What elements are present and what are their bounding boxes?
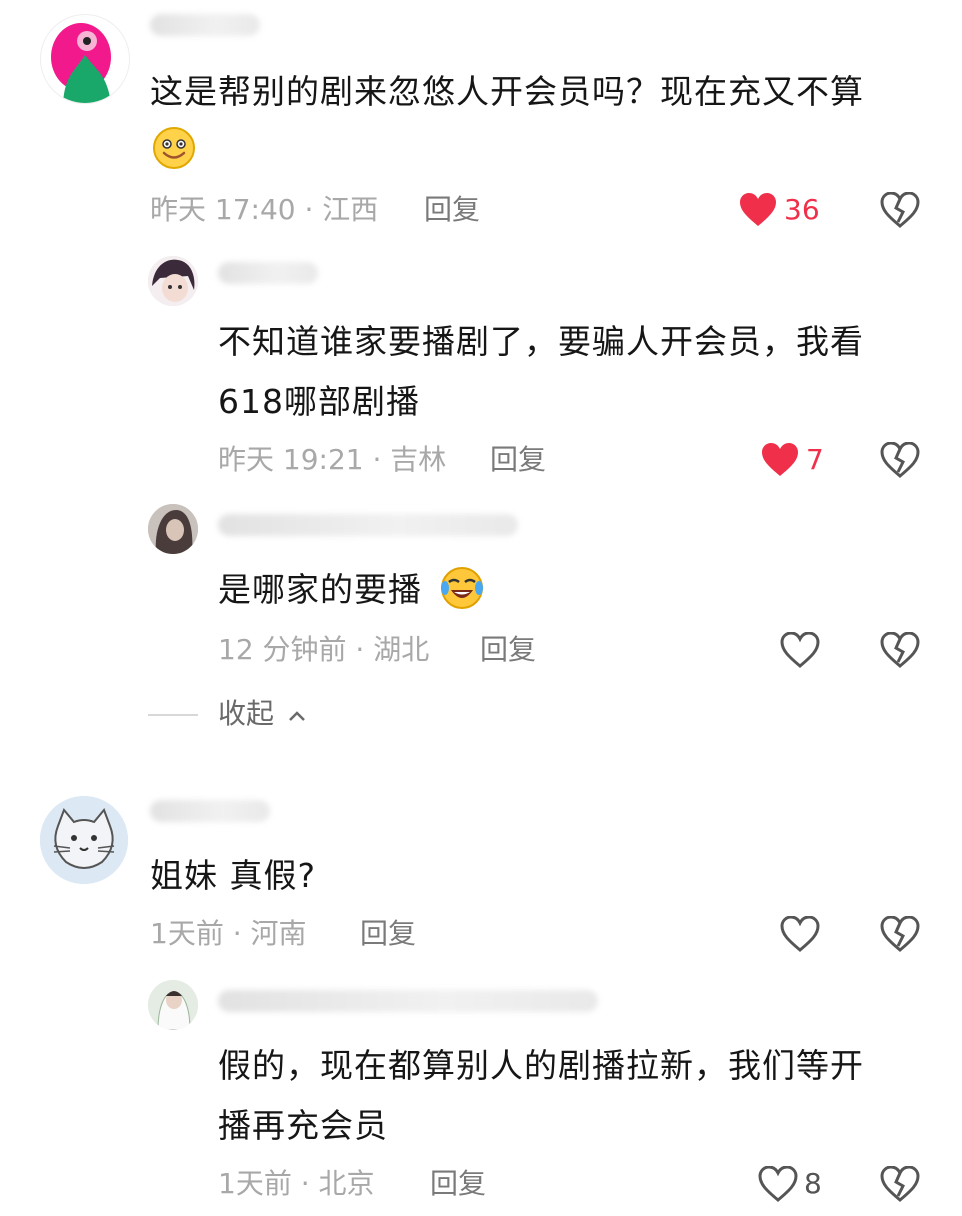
username-blurred[interactable] xyxy=(218,514,518,536)
avatar[interactable] xyxy=(148,256,198,306)
comment-meta: 昨天 19:21 · 吉林 xyxy=(218,443,447,476)
dislike-broken-heart-icon[interactable] xyxy=(880,1165,920,1202)
collapse-divider xyxy=(148,714,198,716)
comment-text: 是哪家的要播 xyxy=(218,570,422,609)
comment-text: 播再充会员 xyxy=(218,1106,388,1145)
reply-button[interactable]: 回复 xyxy=(480,630,536,670)
heart-outline-icon[interactable] xyxy=(780,631,820,668)
dislike-broken-heart-icon[interactable] xyxy=(880,441,920,478)
heart-filled-icon[interactable] xyxy=(738,192,778,228)
username-blurred[interactable] xyxy=(150,800,270,822)
heart-outline-icon[interactable] xyxy=(758,1165,798,1202)
heart-filled-icon[interactable] xyxy=(760,442,800,478)
comment-text: 不知道谁家要播剧了，要骗人开会员，我看 xyxy=(218,322,864,361)
reply-button[interactable]: 回复 xyxy=(490,440,546,480)
comment-text: 假的，现在都算别人的剧播拉新，我们等开 xyxy=(218,1046,864,1085)
like-count: 8 xyxy=(804,1167,822,1200)
comment-meta: 12 分钟前 · 湖北 xyxy=(218,633,430,666)
like-count: 7 xyxy=(806,443,824,476)
collapse-replies-button[interactable]: 收起 xyxy=(218,694,307,734)
smile-emoji-icon xyxy=(152,126,196,170)
like-count: 36 xyxy=(784,193,820,226)
dislike-broken-heart-icon[interactable] xyxy=(880,631,920,668)
reply-button[interactable]: 回复 xyxy=(360,914,416,954)
comment-meta: 昨天 17:40 · 江西 xyxy=(150,193,379,226)
comment-text: 姐妹 真假? xyxy=(150,856,317,895)
username-blurred[interactable] xyxy=(218,262,318,284)
chevron-up-icon xyxy=(287,694,307,734)
collapse-label: 收起 xyxy=(218,697,275,730)
heart-outline-icon[interactable] xyxy=(780,915,820,952)
comment-text: 618哪部剧播 xyxy=(218,382,420,421)
reply-button[interactable]: 回复 xyxy=(430,1164,486,1204)
comment-meta: 1天前 · 河南 xyxy=(150,917,307,950)
comment-text: 这是帮别的剧来忽悠人开会员吗？现在充又不算 xyxy=(150,72,864,111)
laughing-crying-emoji-icon xyxy=(440,566,484,610)
username-blurred[interactable] xyxy=(218,990,598,1012)
avatar[interactable] xyxy=(148,980,198,1030)
reply-button[interactable]: 回复 xyxy=(424,190,480,230)
dislike-broken-heart-icon[interactable] xyxy=(880,915,920,952)
avatar[interactable] xyxy=(40,796,128,884)
username-blurred[interactable] xyxy=(150,14,260,36)
avatar[interactable] xyxy=(148,504,198,554)
dislike-broken-heart-icon[interactable] xyxy=(880,191,920,228)
comment-meta: 1天前 · 北京 xyxy=(218,1167,375,1200)
avatar[interactable] xyxy=(40,14,130,104)
